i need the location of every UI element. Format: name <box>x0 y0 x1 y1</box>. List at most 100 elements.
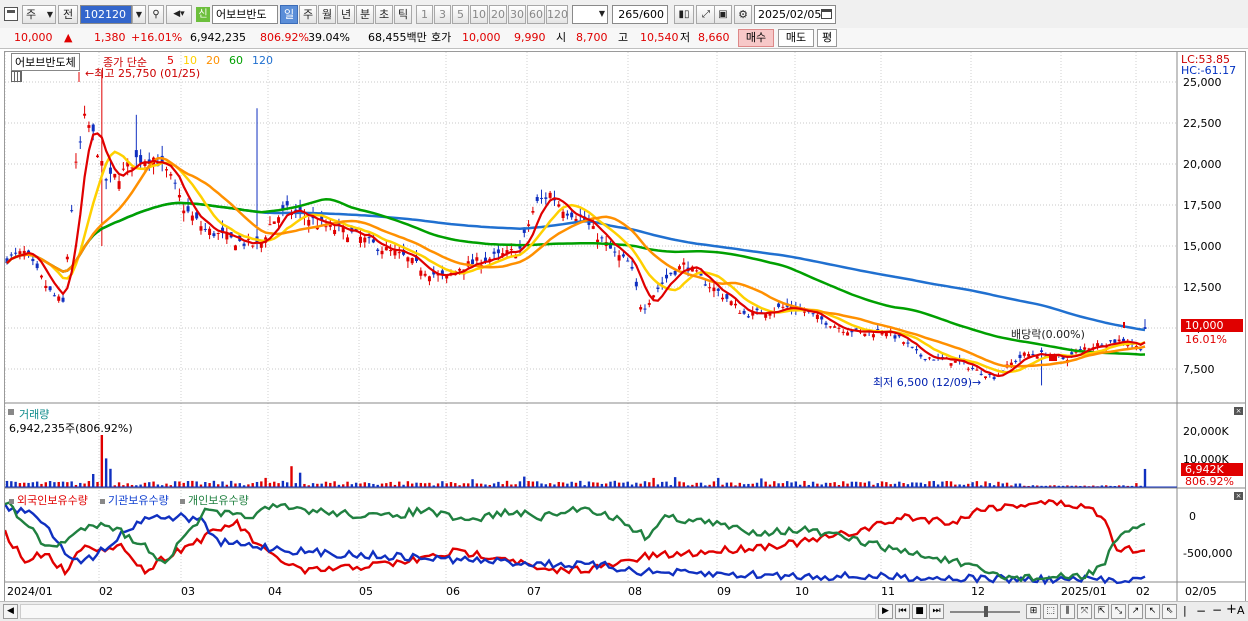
zoom-slider-thumb[interactable] <box>984 606 988 617</box>
bar-count-input[interactable]: 265/600 <box>612 5 668 24</box>
interval-tab-10[interactable]: 10 <box>470 5 488 24</box>
window-icon[interactable] <box>4 7 18 21</box>
candle-body <box>548 192 552 198</box>
candle-body <box>660 282 664 284</box>
period-tab-3[interactable]: 년 <box>337 5 355 24</box>
candle-body <box>509 249 513 251</box>
settings-gear-icon[interactable]: ⚙ <box>734 5 752 24</box>
zoom-in-icon[interactable]: + <box>1226 602 1237 617</box>
interval-tab-120[interactable]: 120 <box>546 5 568 24</box>
reset-zoom-icon[interactable]: − <box>1212 603 1222 617</box>
volume-bar <box>294 483 298 487</box>
chart-area[interactable]: 25,000 22,500 20,000 17,500 15,000 12,500 10,0… <box>4 51 1246 603</box>
interval-tab-20[interactable]: 20 <box>489 5 507 24</box>
volume-bar <box>92 474 95 487</box>
volume-bar <box>665 481 668 487</box>
arrow-tool-icon[interactable]: ↗ <box>1128 604 1143 619</box>
code-dropdown[interactable]: ▼ <box>132 5 146 24</box>
volume-bar <box>699 482 703 487</box>
buy-button[interactable]: 매수 <box>738 29 774 47</box>
stock-label-box[interactable]: 어보브반도체 <box>11 53 80 71</box>
pointer-icon[interactable]: ⇖ <box>1162 604 1177 619</box>
zoom-out-icon[interactable]: − <box>1196 604 1206 618</box>
search-icon[interactable]: ⚲ <box>148 5 164 24</box>
sound-icon[interactable]: ◀▾ <box>166 5 192 24</box>
candle-body <box>173 182 177 184</box>
mode-select[interactable]: 주 ▼ <box>22 5 56 24</box>
period-tab-5[interactable]: 초 <box>375 5 393 24</box>
split-view-icon[interactable]: ⫼ <box>1060 604 1075 619</box>
prev-select[interactable]: 전 <box>58 5 78 24</box>
volume-bar <box>717 477 720 487</box>
font-size-icon[interactable]: A <box>1237 604 1245 617</box>
scroll-right-icon[interactable]: ▶ <box>878 604 893 619</box>
candle-body <box>199 226 203 231</box>
calendar-icon[interactable] <box>821 9 832 19</box>
volume-bar <box>803 480 806 487</box>
volume-bar <box>971 482 974 487</box>
candle-body <box>458 268 462 271</box>
interval-tab-60[interactable]: 60 <box>527 5 545 24</box>
stop-icon[interactable]: ■ <box>912 604 927 619</box>
interval-tab-1[interactable]: 1 <box>416 5 433 24</box>
save-icon[interactable]: ▣ <box>714 5 732 24</box>
interval-tab-30[interactable]: 30 <box>508 5 526 24</box>
box-zoom-icon[interactable]: ⬚ <box>1043 604 1058 619</box>
scroll-bar[interactable]: ◀ ▶ ⏮ ■ ⏭ ⊞ ⬚ ⫼ ⤧ ⇱ ⤡ ↗ ↖ ⇖ | − − + A <box>0 601 1248 621</box>
volume-bar <box>281 480 285 487</box>
volume-bar <box>915 482 918 487</box>
candle-body <box>246 238 250 240</box>
stock-name-input[interactable]: 어보브반도 <box>212 5 278 24</box>
candle-body <box>203 228 207 230</box>
close-investor-panel-icon[interactable]: × <box>1234 492 1243 500</box>
forward-icon[interactable]: ⏭ <box>929 604 944 619</box>
candle-body <box>423 273 427 276</box>
period-tab-1[interactable]: 주 <box>299 5 317 24</box>
volume-bar <box>609 481 612 487</box>
volume-bar <box>27 482 30 487</box>
period-tab-2[interactable]: 월 <box>318 5 336 24</box>
rewind-icon[interactable]: ⏮ <box>895 604 910 619</box>
candle-body <box>953 360 957 363</box>
candle-body <box>746 316 750 318</box>
interval-tab-5[interactable]: 5 <box>452 5 469 24</box>
volume-bar <box>932 480 935 487</box>
volume-bar <box>285 482 289 487</box>
scroll-track[interactable] <box>20 604 876 619</box>
sell-button[interactable]: 매도 <box>778 29 814 47</box>
cursor-icon[interactable]: ↖ <box>1145 604 1160 619</box>
avg-button[interactable]: 평 <box>817 29 837 47</box>
ma-line-20 <box>6 157 1146 368</box>
candle-body <box>363 237 367 243</box>
candle-body <box>268 224 272 226</box>
candle-body <box>682 262 686 265</box>
volume-bar <box>854 481 858 487</box>
volume-bar <box>268 482 272 487</box>
interval-tab-3[interactable]: 3 <box>434 5 451 24</box>
candle-body <box>854 328 858 330</box>
scroll-left-icon[interactable]: ◀ <box>3 604 18 619</box>
period-tab-4[interactable]: 분 <box>356 5 374 24</box>
pan-icon[interactable]: ⤧ <box>1077 604 1092 619</box>
trend-icon[interactable]: ⇱ <box>1094 604 1109 619</box>
volume-bar <box>928 481 931 487</box>
interval-dropdown[interactable]: ▼ <box>596 5 608 24</box>
volume-bar <box>587 481 591 487</box>
volume-bar <box>725 482 729 487</box>
grid-toggle-icon[interactable] <box>11 71 22 82</box>
close-volume-panel-icon[interactable]: × <box>1234 407 1243 415</box>
crosshair-icon[interactable]: ⊞ <box>1026 604 1041 619</box>
candle-body <box>755 308 759 311</box>
candle-body <box>1040 350 1044 352</box>
candle-type-icon[interactable]: ▮▯ <box>674 5 694 24</box>
individual-holdings-line <box>5 501 1146 583</box>
measure-icon[interactable]: ⤡ <box>1111 604 1126 619</box>
volume-bar <box>31 482 35 487</box>
stock-code-input[interactable]: 102120 <box>80 5 132 24</box>
volume-bar <box>566 483 569 487</box>
draw-tools-icon[interactable]: ⤢ <box>696 5 716 24</box>
period-tab-0[interactable]: 일 <box>280 5 298 24</box>
volume-bar <box>863 482 867 487</box>
candle-body <box>643 308 647 310</box>
period-tab-6[interactable]: 틱 <box>394 5 412 24</box>
